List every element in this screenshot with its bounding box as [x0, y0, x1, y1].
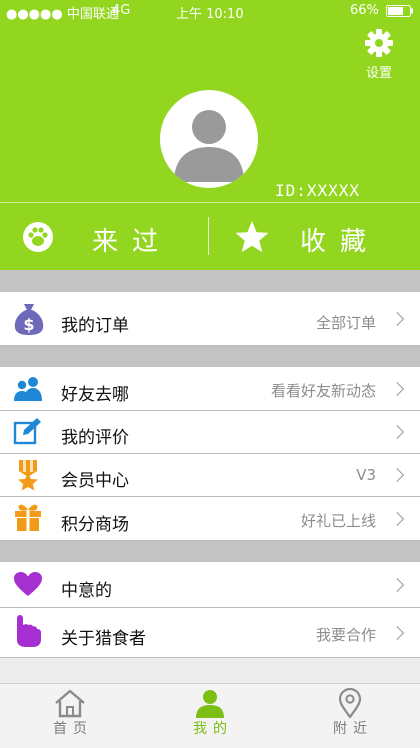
menu-item-member[interactable]: 会员中心 V3 — [0, 454, 420, 497]
settings-label: 设置 — [365, 66, 392, 81]
star-icon — [234, 220, 270, 258]
section-gap — [0, 541, 420, 562]
menu-label-reviews: 我的评价 — [61, 428, 129, 448]
edit-icon — [13, 417, 43, 449]
user-silhouette-icon — [174, 110, 244, 182]
section-gap — [0, 346, 420, 367]
profile-header: 设置 ID:XXXXX — [0, 22, 420, 202]
chevron-right-icon — [389, 625, 405, 641]
menu-label-member: 会员中心 — [61, 471, 129, 491]
favorites-quick-button[interactable]: 收藏 — [210, 203, 419, 270]
battery-percent: 66% — [350, 3, 379, 18]
avatar[interactable] — [160, 90, 258, 188]
menu-value-about: 我要合作 — [315, 626, 376, 644]
status-bar: ●●●●● 中国联通 4G 上午 10:10 66% — [0, 0, 420, 22]
chevron-right-icon — [389, 511, 405, 527]
home-icon — [0, 688, 140, 718]
tab-label-mine: 我的 — [193, 721, 233, 737]
svg-text:$: $ — [23, 315, 34, 334]
menu-value-friends: 看看好友新动态 — [270, 382, 376, 400]
menu-label-friends: 好友去哪 — [61, 385, 129, 405]
chevron-right-icon — [389, 577, 405, 593]
quick-actions-bar: 来过 收藏 — [0, 203, 420, 270]
tab-home[interactable]: 首页 — [0, 684, 140, 748]
menu-item-friends[interactable]: 好友去哪 看看好友新动态 — [0, 367, 420, 411]
menu-item-favorites[interactable]: 中意的 — [0, 562, 420, 608]
menu-item-about[interactable]: 关于猎食者 我要合作 — [0, 608, 420, 658]
settings-button[interactable]: 设置 — [360, 28, 398, 81]
network-type: 4G — [112, 3, 131, 18]
chevron-right-icon — [389, 424, 405, 440]
money-bag-icon: $ — [13, 302, 45, 340]
heart-icon — [13, 571, 43, 601]
chevron-right-icon — [389, 381, 405, 397]
user-icon — [140, 688, 280, 718]
menu-label-points: 积分商场 — [61, 515, 129, 535]
menu-item-orders[interactable]: $ 我的订单 全部订单 — [0, 292, 420, 346]
user-id: ID:XXXXX — [275, 181, 361, 200]
clock: 上午 10:10 — [176, 7, 244, 22]
paw-icon — [22, 221, 54, 257]
menu-value-member: V3 — [356, 466, 376, 484]
tab-mine[interactable]: 我的 — [140, 684, 280, 748]
pointer-hand-icon — [13, 614, 43, 652]
chevron-right-icon — [389, 467, 405, 483]
section-gap — [0, 270, 420, 292]
tab-label-home: 首页 — [53, 721, 93, 737]
medal-icon — [13, 459, 43, 495]
battery-icon — [386, 5, 414, 21]
chevron-right-icon — [389, 311, 405, 327]
quick-actions-divider — [208, 217, 209, 255]
visited-button[interactable]: 来过 — [0, 203, 209, 270]
menu-label-orders: 我的订单 — [61, 316, 129, 336]
tab-nearby[interactable]: 附近 — [280, 684, 420, 748]
menu-label-favorites: 中意的 — [61, 581, 112, 601]
friends-icon — [13, 375, 43, 405]
menu-item-reviews[interactable]: 我的评价 — [0, 411, 420, 454]
menu-value-orders: 全部订单 — [315, 314, 376, 332]
visited-label: 来过 — [92, 227, 173, 257]
menu-value-points: 好礼已上线 — [300, 512, 376, 530]
menu-label-about: 关于猎食者 — [61, 629, 146, 649]
favorites-quick-label: 收藏 — [300, 227, 381, 257]
tab-label-nearby: 附近 — [333, 721, 373, 737]
menu-item-points[interactable]: 积分商场 好礼已上线 — [0, 497, 420, 541]
gift-icon — [13, 502, 43, 536]
bottom-tab-bar: 首页 我的 附近 — [0, 683, 420, 748]
location-pin-icon — [280, 688, 420, 718]
carrier-signal: ●●●●● 中国联通 — [6, 7, 119, 22]
gear-icon — [360, 28, 398, 58]
